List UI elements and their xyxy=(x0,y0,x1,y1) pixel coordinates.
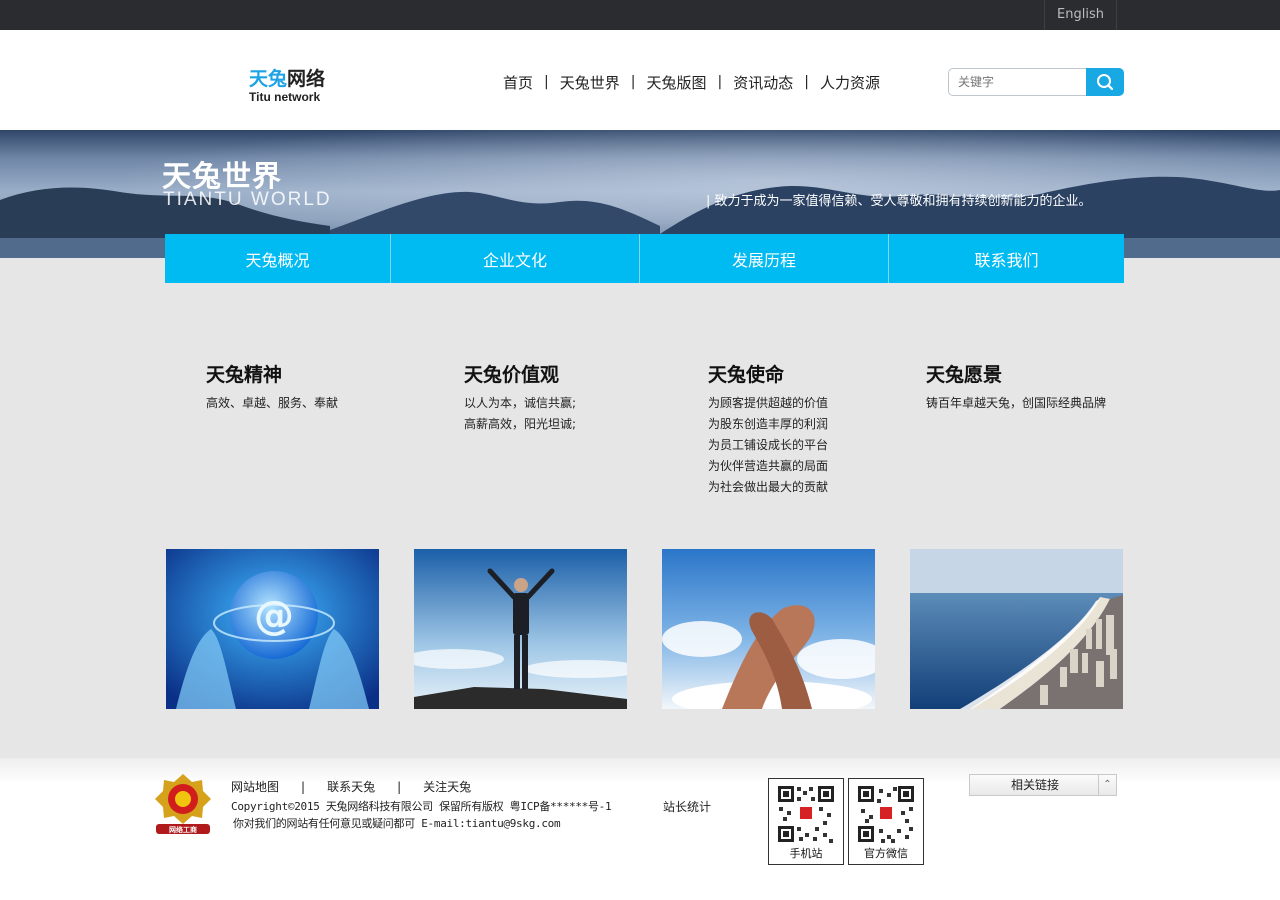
businessman-sky-photo[interactable] xyxy=(414,549,627,709)
value-vision: 天兔愿景 铸百年卓越天兔，创国际经典品牌 xyxy=(926,360,1106,414)
footer-links: 网站地图 | 联系天兔 | 关注天兔 xyxy=(231,778,471,795)
value-spirit: 天兔精神 高效、卓越、服务、奉献 xyxy=(206,360,338,414)
footer-separator: | xyxy=(397,779,402,794)
footer-link-follow[interactable]: 关注天兔 xyxy=(423,778,471,795)
tab-overview[interactable]: 天兔概况 xyxy=(165,234,391,283)
copyright-text: Copyright©2015 天兔网络科技有限公司 保留所有版权 粤ICP备**… xyxy=(231,800,612,813)
value-line: 铸百年卓越天兔，创国际经典品牌 xyxy=(926,396,1107,410)
value-line: 为顾客提供超越的价值 xyxy=(708,396,829,410)
search-box xyxy=(948,68,1124,96)
language-switch[interactable]: English xyxy=(1044,0,1117,30)
value-line: 为股东创造丰厚的利润 xyxy=(708,417,829,431)
nav-item-world[interactable]: 天兔世界 xyxy=(549,72,631,93)
value-line: 以人为本，诚信共赢; xyxy=(464,396,577,410)
value-line: 高薪高效，阳光坦诚; xyxy=(464,417,577,431)
value-title: 天兔愿景 xyxy=(926,364,1003,386)
header: 天兔网络 Titu network 首页 | 天兔世界 | 天兔版图 | 资讯动… xyxy=(0,30,1280,130)
tab-history[interactable]: 发展历程 xyxy=(640,234,889,283)
nav-item-home[interactable]: 首页 xyxy=(492,72,544,93)
coastline-photo[interactable] xyxy=(910,549,1123,709)
site-stats-link[interactable]: 站长统计 xyxy=(663,798,711,815)
qr-code-icon xyxy=(777,785,835,843)
handshake-photo[interactable] xyxy=(662,549,875,709)
qr-code-icon xyxy=(857,785,915,843)
value-values: 天兔价值观 以人为本，诚信共赢; 高薪高效，阳光坦诚; xyxy=(464,360,576,435)
search-button[interactable] xyxy=(1086,68,1124,96)
nav-item-news[interactable]: 资讯动态 xyxy=(722,72,804,93)
value-line: 为伙伴营造共赢的局面 xyxy=(708,459,829,473)
search-input[interactable] xyxy=(948,68,1088,96)
logo[interactable]: 天兔网络 Titu network xyxy=(249,68,349,108)
qr-wechat[interactable]: 官方微信 xyxy=(848,778,924,865)
banner-subtitle: TIANTU WORLD xyxy=(163,189,332,210)
search-icon xyxy=(1097,74,1114,91)
logo-cn-part2: 网络 xyxy=(287,68,326,90)
footer: 网络工商 网站地图 | 联系天兔 | 关注天兔 Copyright©2015 天… xyxy=(0,758,1280,900)
business-license-badge[interactable]: 网络工商 xyxy=(148,772,218,836)
tab-contact[interactable]: 联系我们 xyxy=(889,234,1124,283)
value-title: 天兔使命 xyxy=(708,364,785,386)
logo-en: Titu network xyxy=(249,90,321,104)
footer-link-sitemap[interactable]: 网站地图 xyxy=(231,778,279,795)
svg-text:@: @ xyxy=(254,593,294,639)
footer-link-contact[interactable]: 联系天兔 xyxy=(327,778,375,795)
value-line: 为社会做出最大的贡献 xyxy=(708,480,829,494)
qr-mobile-site[interactable]: 手机站 xyxy=(768,778,844,865)
banner-slogan: | 致力于成为一家值得信赖、受人尊敬和拥有持续创新能力的企业。 xyxy=(706,194,1092,209)
badge-label: 网络工商 xyxy=(169,825,197,834)
value-line: 高效、卓越、服务、奉献 xyxy=(206,396,339,410)
chevron-up-icon: ⌃ xyxy=(1098,775,1116,795)
logo-cn-part1: 天兔 xyxy=(249,68,288,90)
contact-text: 你对我们的网站有任何意见或疑问都可 E-mail:tiantu@9skg.com xyxy=(233,817,561,830)
logo-cn: 天兔网络 xyxy=(249,68,349,90)
top-bar: English xyxy=(0,0,1280,30)
section-tabs: 天兔概况 企业文化 发展历程 联系我们 xyxy=(165,234,1124,283)
footer-separator: | xyxy=(301,779,306,794)
main-nav: 首页 | 天兔世界 | 天兔版图 | 资讯动态 | 人力资源 xyxy=(492,71,891,93)
related-links-label: 相关链接 xyxy=(1010,778,1059,792)
qr-caption: 官方微信 xyxy=(864,847,908,860)
value-line: 为员工铺设成长的平台 xyxy=(708,438,829,452)
value-title: 天兔精神 xyxy=(206,364,283,386)
related-links-select[interactable]: 相关链接 ⌃ xyxy=(969,774,1117,796)
qr-caption: 手机站 xyxy=(789,847,823,860)
globe-hands-photo[interactable]: @ xyxy=(166,549,379,709)
value-title: 天兔价值观 xyxy=(464,364,560,386)
nav-item-hr[interactable]: 人力资源 xyxy=(809,72,891,93)
tab-culture[interactable]: 企业文化 xyxy=(391,234,640,283)
value-mission: 天兔使命 为顾客提供超越的价值 为股东创造丰厚的利润 为员工铺设成长的平台 为伙… xyxy=(708,360,828,498)
nav-item-territory[interactable]: 天兔版图 xyxy=(635,72,717,93)
